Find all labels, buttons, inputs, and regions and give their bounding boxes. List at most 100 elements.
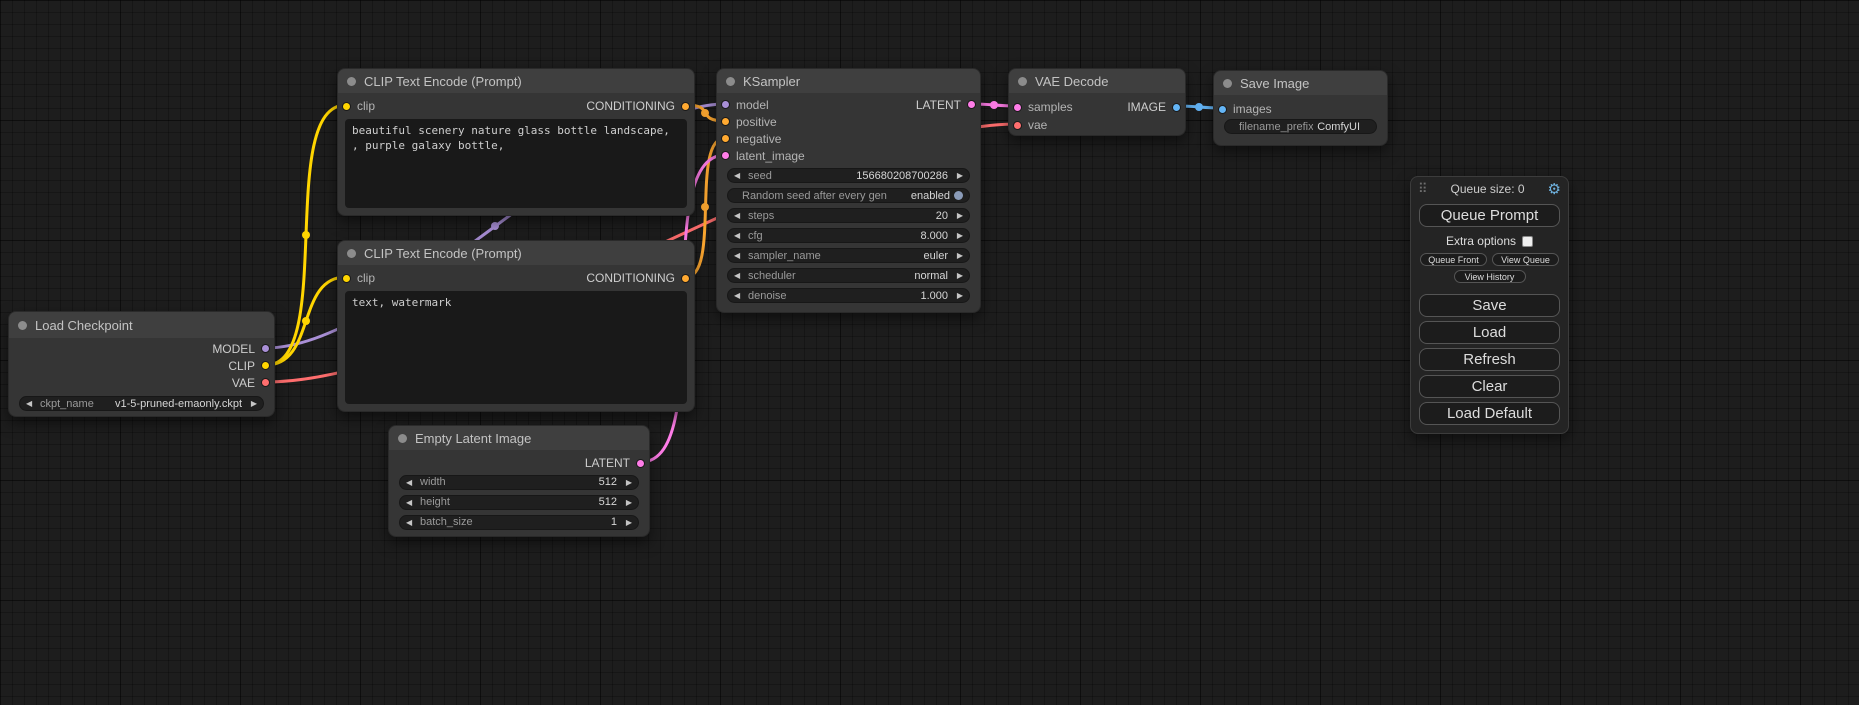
increment-arrow-icon[interactable]: ▶ — [952, 208, 963, 223]
widget-filename-prefix[interactable]: filename_prefix ComfyUI — [1224, 119, 1377, 134]
widget-value: normal — [910, 270, 952, 282]
widget-denoise[interactable]: ◀ denoise 1.000 ▶ — [727, 288, 970, 303]
output-label: LATENT — [916, 98, 961, 112]
settings-gear-icon[interactable]: ⚙ — [1548, 180, 1561, 198]
input-slot-clip[interactable] — [342, 274, 351, 283]
increment-arrow-icon[interactable]: ▶ — [952, 268, 963, 283]
extra-options-checkbox[interactable] — [1522, 236, 1533, 247]
collapse-dot-icon[interactable] — [347, 77, 356, 86]
output-slot-image[interactable] — [1172, 103, 1181, 112]
decrement-arrow-icon[interactable]: ◀ — [734, 228, 745, 243]
output-label: LATENT — [585, 456, 630, 470]
widget-value: enabled — [907, 190, 954, 202]
node-title-bar[interactable]: Load Checkpoint — [9, 312, 274, 338]
decrement-arrow-icon[interactable]: ◀ — [734, 168, 745, 183]
widget-scheduler[interactable]: ◀ scheduler normal ▶ — [727, 268, 970, 283]
decrement-arrow-icon[interactable]: ◀ — [734, 208, 745, 223]
increment-arrow-icon[interactable]: ▶ — [246, 396, 257, 411]
output-label: CONDITIONING — [586, 99, 675, 113]
increment-arrow-icon[interactable]: ▶ — [952, 248, 963, 263]
input-slot-images[interactable] — [1218, 105, 1227, 114]
collapse-dot-icon[interactable] — [1223, 79, 1232, 88]
load-default-button[interactable]: Load Default — [1419, 402, 1560, 425]
prompt-textarea[interactable]: beautiful scenery nature glass bottle la… — [345, 119, 687, 208]
input-slot-clip[interactable] — [342, 102, 351, 111]
input-slot-negative[interactable] — [721, 134, 730, 143]
widget-value: 156680208700286 — [852, 170, 952, 182]
output-slot-conditioning[interactable] — [681, 274, 690, 283]
collapse-dot-icon[interactable] — [347, 249, 356, 258]
node-title-bar[interactable]: CLIP Text Encode (Prompt) — [338, 241, 694, 265]
output-slot-clip[interactable] — [261, 361, 270, 370]
node-title-bar[interactable]: Empty Latent Image — [389, 426, 649, 450]
input-label: vae — [1028, 118, 1047, 132]
decrement-arrow-icon[interactable]: ◀ — [734, 268, 745, 283]
increment-arrow-icon[interactable]: ▶ — [621, 475, 632, 490]
node-graph-canvas[interactable]: Load Checkpoint MODEL CLIP VAE ◀ ckpt_na… — [0, 0, 1859, 705]
decrement-arrow-icon[interactable]: ◀ — [406, 515, 417, 530]
output-slot-model[interactable] — [261, 344, 270, 353]
node-clip-text-encode-negative[interactable]: CLIP Text Encode (Prompt) clip CONDITION… — [337, 240, 695, 412]
node-title: Save Image — [1240, 76, 1309, 91]
drag-handle-icon[interactable]: ⠿ — [1418, 181, 1428, 197]
input-label: clip — [357, 99, 375, 113]
widget-height[interactable]: ◀ height 512 ▶ — [399, 495, 639, 510]
widget-batch-size[interactable]: ◀ batch_size 1 ▶ — [399, 515, 639, 530]
input-slot-latent-image[interactable] — [721, 151, 730, 160]
node-empty-latent-image[interactable]: Empty Latent Image LATENT ◀ width 512 ▶ … — [388, 425, 650, 537]
decrement-arrow-icon[interactable]: ◀ — [406, 495, 417, 510]
node-vae-decode[interactable]: VAE Decode IMAGE samples vae — [1008, 68, 1186, 136]
node-title: CLIP Text Encode (Prompt) — [364, 246, 522, 261]
load-button[interactable]: Load — [1419, 321, 1560, 344]
widget-width[interactable]: ◀ width 512 ▶ — [399, 475, 639, 490]
view-history-button[interactable]: View History — [1454, 270, 1526, 283]
node-title-bar[interactable]: CLIP Text Encode (Prompt) — [338, 69, 694, 93]
output-slot-vae[interactable] — [261, 378, 270, 387]
widget-sampler-name[interactable]: ◀ sampler_name euler ▶ — [727, 248, 970, 263]
node-title-bar[interactable]: KSampler — [717, 69, 980, 93]
widget-cfg[interactable]: ◀ cfg 8.000 ▶ — [727, 228, 970, 243]
input-slot-vae[interactable] — [1013, 121, 1022, 130]
decrement-arrow-icon[interactable]: ◀ — [406, 475, 417, 490]
widget-steps[interactable]: ◀ steps 20 ▶ — [727, 208, 970, 223]
decrement-arrow-icon[interactable]: ◀ — [734, 248, 745, 263]
view-queue-button[interactable]: View Queue — [1492, 253, 1559, 266]
toggle-indicator-icon — [954, 191, 963, 200]
refresh-button[interactable]: Refresh — [1419, 348, 1560, 371]
save-button[interactable]: Save — [1419, 294, 1560, 317]
widget-random-seed-toggle[interactable]: Random seed after every gen enabled — [727, 188, 970, 203]
input-slot-model[interactable] — [721, 100, 730, 109]
collapse-dot-icon[interactable] — [1018, 77, 1027, 86]
node-title-bar[interactable]: VAE Decode — [1009, 69, 1185, 93]
increment-arrow-icon[interactable]: ▶ — [952, 168, 963, 183]
input-slot-samples[interactable] — [1013, 103, 1022, 112]
node-load-checkpoint[interactable]: Load Checkpoint MODEL CLIP VAE ◀ ckpt_na… — [8, 311, 275, 417]
queue-prompt-button[interactable]: Queue Prompt — [1419, 204, 1560, 227]
increment-arrow-icon[interactable]: ▶ — [621, 495, 632, 510]
queue-front-button[interactable]: Queue Front — [1420, 253, 1487, 266]
node-clip-text-encode-positive[interactable]: CLIP Text Encode (Prompt) clip CONDITION… — [337, 68, 695, 216]
prompt-textarea[interactable]: text, watermark — [345, 291, 687, 404]
output-slot-latent[interactable] — [967, 100, 976, 109]
node-ksampler[interactable]: KSampler LATENT model positive negative … — [716, 68, 981, 313]
node-title: CLIP Text Encode (Prompt) — [364, 74, 522, 89]
increment-arrow-icon[interactable]: ▶ — [952, 228, 963, 243]
collapse-dot-icon[interactable] — [18, 321, 27, 330]
node-save-image[interactable]: Save Image images filename_prefix ComfyU… — [1213, 70, 1388, 146]
decrement-arrow-icon[interactable]: ◀ — [26, 396, 37, 411]
widget-value: ComfyUI — [1313, 121, 1370, 133]
input-label: images — [1233, 102, 1272, 116]
increment-arrow-icon[interactable]: ▶ — [952, 288, 963, 303]
increment-arrow-icon[interactable]: ▶ — [621, 515, 632, 530]
link-midpoint — [302, 231, 310, 239]
clear-button[interactable]: Clear — [1419, 375, 1560, 398]
widget-ckpt-name[interactable]: ◀ ckpt_name v1-5-pruned-emaonly.ckpt ▶ — [19, 396, 264, 411]
output-slot-conditioning[interactable] — [681, 102, 690, 111]
output-slot-latent[interactable] — [636, 459, 645, 468]
decrement-arrow-icon[interactable]: ◀ — [734, 288, 745, 303]
input-slot-positive[interactable] — [721, 117, 730, 126]
widget-seed[interactable]: ◀ seed 156680208700286 ▶ — [727, 168, 970, 183]
node-title-bar[interactable]: Save Image — [1214, 71, 1387, 95]
collapse-dot-icon[interactable] — [398, 434, 407, 443]
collapse-dot-icon[interactable] — [726, 77, 735, 86]
